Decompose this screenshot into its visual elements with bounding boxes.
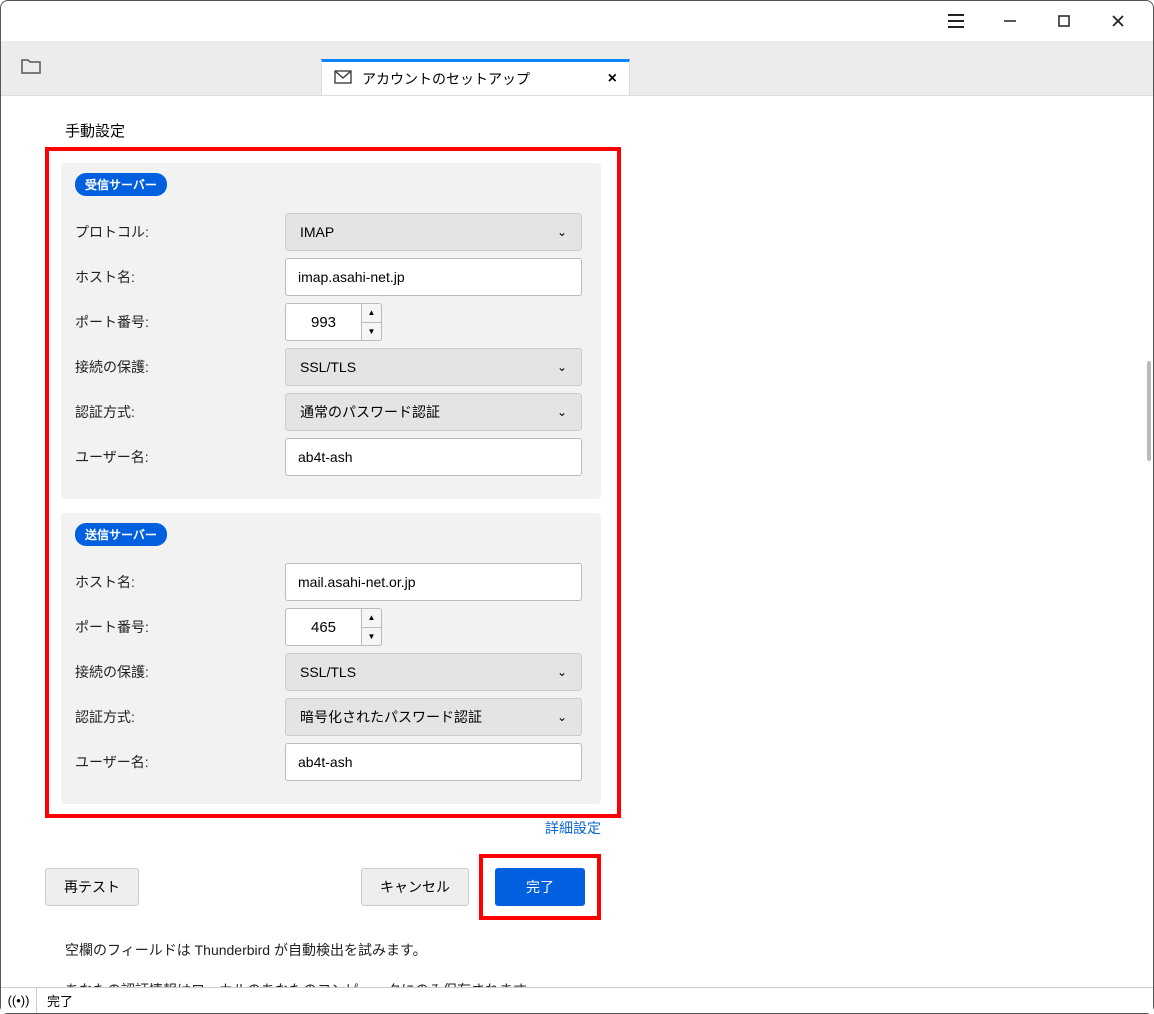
outgoing-security-select[interactable]: SSL/TLS ⌄ xyxy=(285,653,582,691)
outgoing-auth-value: 暗号化されたパスワード認証 xyxy=(300,707,482,727)
incoming-security-select[interactable]: SSL/TLS ⌄ xyxy=(285,348,582,386)
chevron-down-icon: ⌄ xyxy=(557,710,567,724)
close-button[interactable] xyxy=(1091,1,1145,41)
outgoing-security-value: SSL/TLS xyxy=(300,664,356,680)
incoming-username-label: ユーザー名: xyxy=(75,447,285,467)
content-area: 手動設定 受信サーバー プロトコル: IMAP ⌄ ホスト名: ポート番号: xyxy=(1,96,1153,987)
tab-account-setup[interactable]: アカウントのセットアップ × xyxy=(321,59,630,95)
note-credentials: あなたの認証情報はローカルのあなたのコンピュータにのみ保存されます。 xyxy=(65,980,1113,987)
incoming-security-value: SSL/TLS xyxy=(300,359,356,375)
incoming-port-input[interactable] xyxy=(285,303,362,341)
mail-setup-icon xyxy=(334,70,352,88)
incoming-badge: 受信サーバー xyxy=(75,173,167,196)
sync-icon[interactable]: ((•)) xyxy=(1,988,37,1013)
minimize-button[interactable] xyxy=(983,1,1037,41)
outgoing-port-label: ポート番号: xyxy=(75,617,285,637)
incoming-server-box: 受信サーバー プロトコル: IMAP ⌄ ホスト名: ポート番号: ▲ xyxy=(61,163,601,499)
incoming-username-input[interactable] xyxy=(285,438,582,476)
statusbar-text: 完了 xyxy=(37,991,73,1010)
incoming-auth-label: 認証方式: xyxy=(75,402,285,422)
spinner-down-icon[interactable]: ▼ xyxy=(362,323,381,341)
incoming-protocol-label: プロトコル: xyxy=(75,222,285,242)
scrollbar-thumb[interactable] xyxy=(1147,361,1151,461)
incoming-hostname-input[interactable] xyxy=(285,258,582,296)
outgoing-auth-label: 認証方式: xyxy=(75,707,285,727)
cancel-button[interactable]: キャンセル xyxy=(361,868,469,906)
outgoing-hostname-label: ホスト名: xyxy=(75,572,285,592)
outgoing-hostname-input[interactable] xyxy=(285,563,582,601)
tab-close-icon[interactable]: × xyxy=(608,70,617,88)
outgoing-port-input[interactable] xyxy=(285,608,362,646)
incoming-hostname-label: ホスト名: xyxy=(75,267,285,287)
outgoing-server-box: 送信サーバー ホスト名: ポート番号: ▲ ▼ 接続の保護: SSL/ xyxy=(61,513,601,804)
outgoing-badge: 送信サーバー xyxy=(75,523,167,546)
incoming-auth-select[interactable]: 通常のパスワード認証 ⌄ xyxy=(285,393,582,431)
chevron-down-icon: ⌄ xyxy=(557,225,567,239)
statusbar: ((•)) 完了 xyxy=(1,987,1153,1013)
outgoing-auth-select[interactable]: 暗号化されたパスワード認証 ⌄ xyxy=(285,698,582,736)
hamburger-menu-button[interactable] xyxy=(929,1,983,41)
chevron-down-icon: ⌄ xyxy=(557,360,567,374)
spinner-up-icon[interactable]: ▲ xyxy=(362,304,381,323)
incoming-port-spinner[interactable]: ▲ ▼ xyxy=(362,303,382,341)
note-blank-fields: 空欄のフィールドは Thunderbird が自動検出を試みます。 xyxy=(65,940,1113,960)
outgoing-port-spinner[interactable]: ▲ ▼ xyxy=(362,608,382,646)
section-title: 手動設定 xyxy=(65,120,1113,141)
chevron-down-icon: ⌄ xyxy=(557,665,567,679)
outgoing-username-label: ユーザー名: xyxy=(75,752,285,772)
incoming-auth-value: 通常のパスワード認証 xyxy=(300,402,440,422)
outgoing-username-input[interactable] xyxy=(285,743,582,781)
incoming-protocol-select[interactable]: IMAP ⌄ xyxy=(285,213,582,251)
maximize-button[interactable] xyxy=(1037,1,1091,41)
tab-title: アカウントのセットアップ xyxy=(362,69,530,89)
incoming-port-label: ポート番号: xyxy=(75,312,285,332)
advanced-settings-link[interactable]: 詳細設定 xyxy=(545,820,601,836)
incoming-protocol-value: IMAP xyxy=(300,224,334,240)
folder-icon[interactable] xyxy=(21,58,41,79)
highlight-done-button: 完了 xyxy=(479,854,601,920)
incoming-security-label: 接続の保護: xyxy=(75,357,285,377)
outgoing-security-label: 接続の保護: xyxy=(75,662,285,682)
toolbar: アカウントのセットアップ × xyxy=(1,41,1153,96)
retest-button[interactable]: 再テスト xyxy=(45,868,139,906)
spinner-down-icon[interactable]: ▼ xyxy=(362,628,381,646)
done-button[interactable]: 完了 xyxy=(495,868,585,906)
chevron-down-icon: ⌄ xyxy=(557,405,567,419)
window-titlebar xyxy=(1,1,1153,41)
highlight-server-settings: 受信サーバー プロトコル: IMAP ⌄ ホスト名: ポート番号: ▲ xyxy=(45,147,621,818)
spinner-up-icon[interactable]: ▲ xyxy=(362,609,381,628)
